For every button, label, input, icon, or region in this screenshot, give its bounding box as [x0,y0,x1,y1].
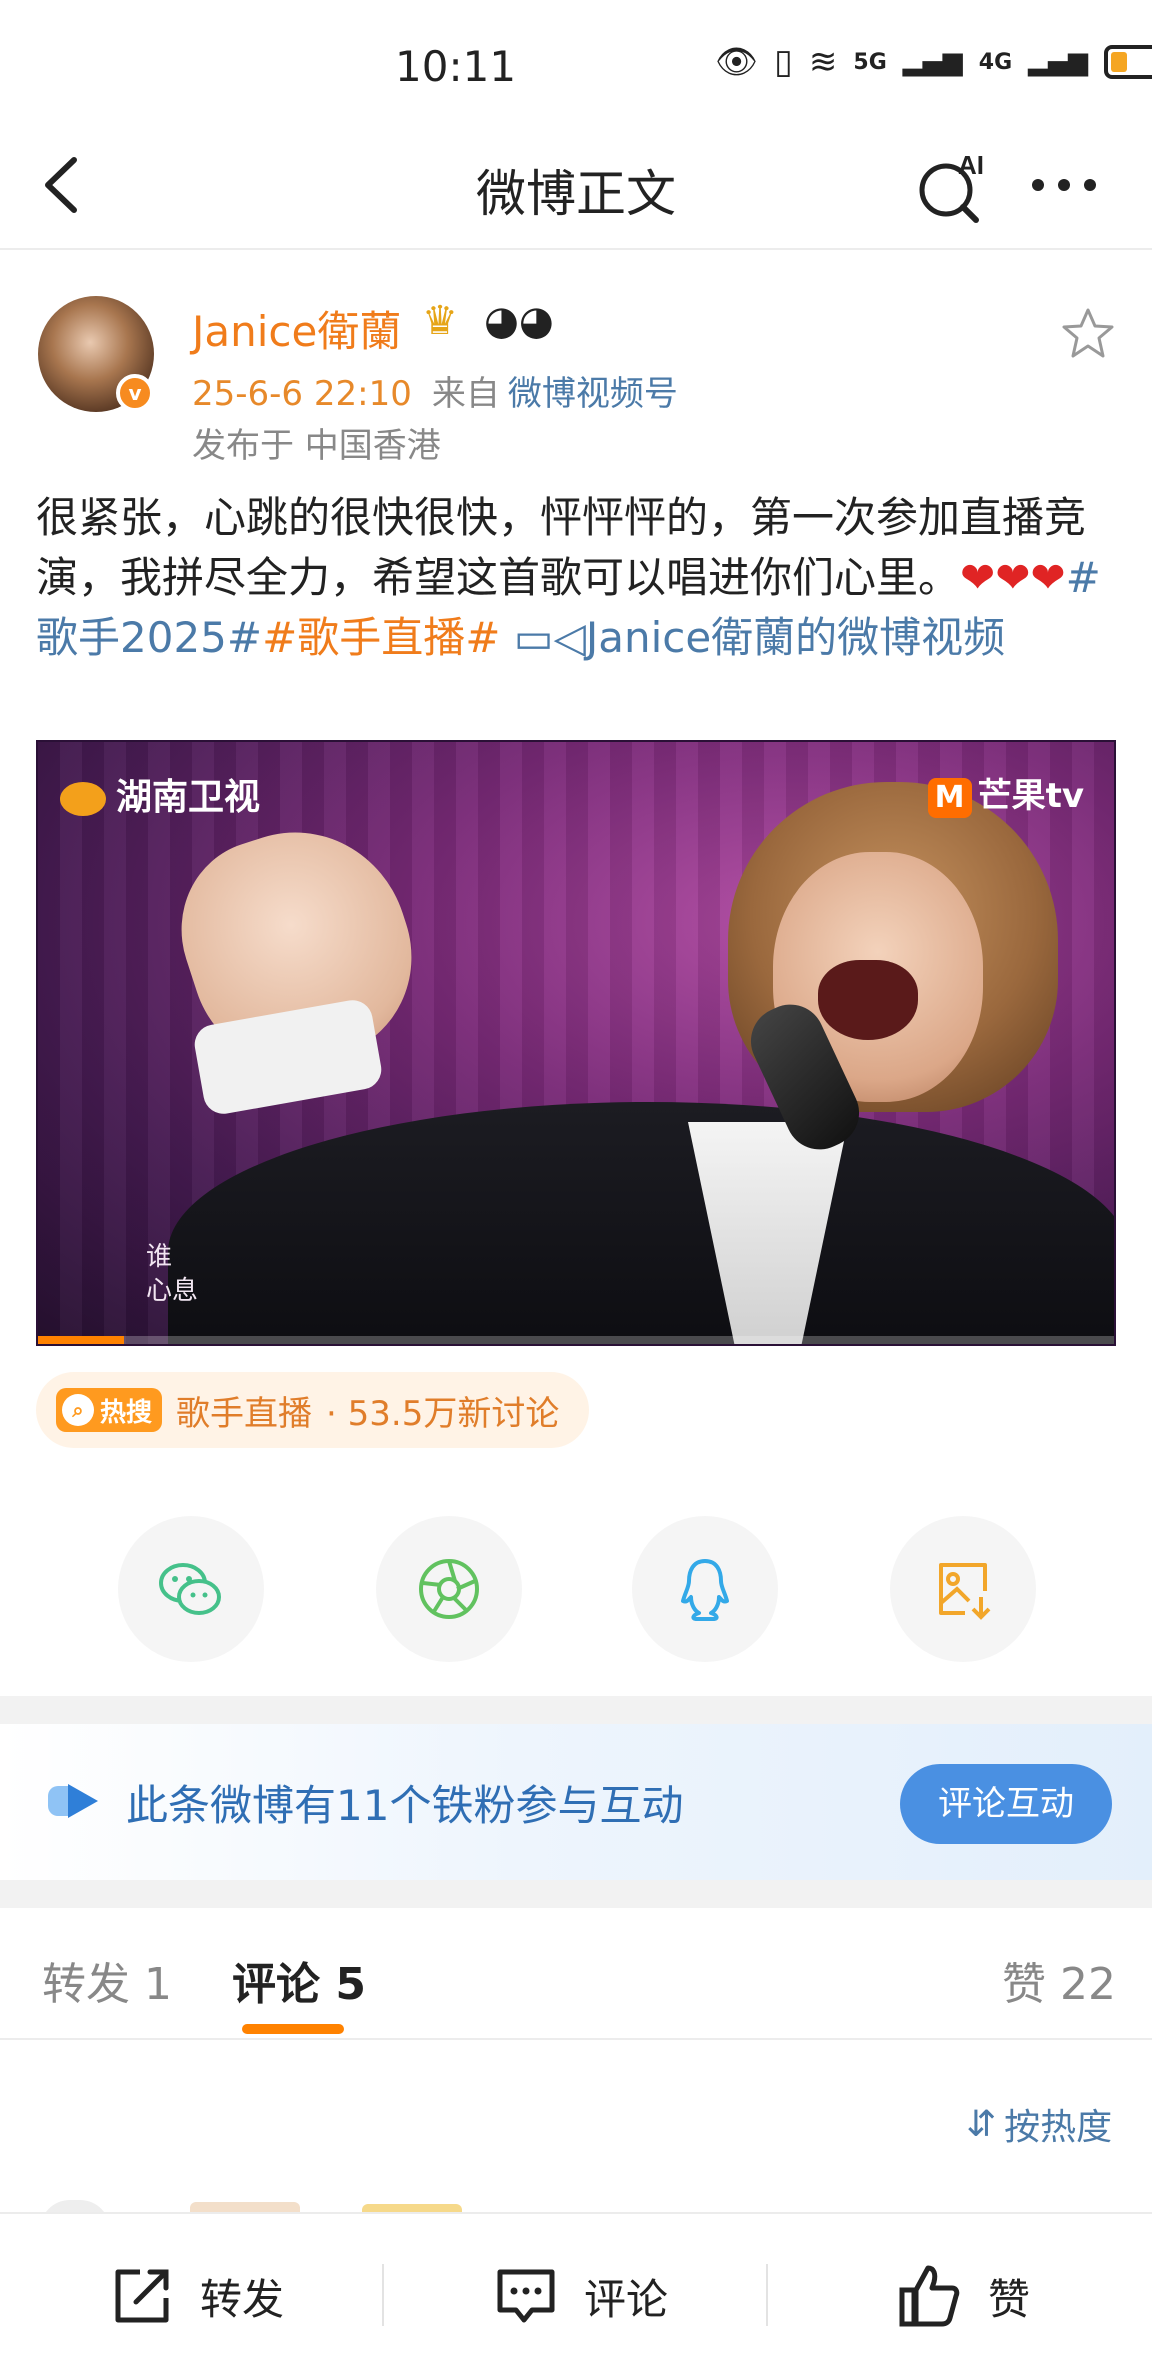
repost-button[interactable]: 转发 [106,2214,284,2376]
eye-icon: 👁 [715,42,759,82]
more-icon[interactable] [1032,170,1102,200]
post-meta: 25-6-6 22:10 来自 微博视频号 [192,366,678,415]
from-prefix: 来自 [431,374,500,414]
repost-icon [115,2269,169,2323]
comment-icon [497,2269,555,2323]
save-image-icon [939,1563,991,1620]
wechat-icon [159,1563,221,1615]
sort-icon: ⇵ [966,2103,997,2145]
video-player[interactable]: 湖南卫视 M 芒果tv 谁 心息 [36,740,1116,1346]
hot-search-topic: 歌手直播 [176,1393,313,1434]
author-avatar[interactable]: v [38,296,154,412]
verified-icon: v [116,374,154,412]
hunan-tv-logo: 湖南卫视 [60,768,260,820]
video-frame-mouth [818,960,918,1040]
like-label: 赞 [988,2274,1031,2324]
tab-repost[interactable]: 转发 1 [42,1948,172,2012]
comment-label: 评论 [584,2274,669,2324]
save-image-button[interactable] [890,1516,1036,1662]
video-lyric: 谁 心息 [146,1242,199,1306]
heart-icon: ❤ [995,553,1031,602]
video-progress-fill [38,1336,125,1344]
bottom-divider [766,2264,768,2326]
fan-badge-icon [48,1784,98,1818]
status-time: 10:11 [395,42,517,91]
post-text: 很紧张，心跳的很快很快，怦怦怦的，第一次参加直播竞演，我拼尽全力，希望这首歌可以… [36,488,1126,668]
share-wechat-button[interactable] [118,1516,264,1662]
hot-search-badge: ⌕ 热搜 [56,1388,163,1432]
post-source-link[interactable]: 微博视频号 [508,374,678,414]
tab-active-indicator [242,2024,344,2034]
comment-button[interactable]: 评论 [490,2214,668,2376]
network-5g-label: 5G [853,49,887,75]
status-bar: 10:11 👁 ▯ ≋ 5G ▂▄▆ 4G ▂▄▆ [0,0,1152,130]
share-row [0,1516,1152,1666]
crown-icon[interactable]: ♛ [422,298,458,344]
repost-label: 转发 [200,2274,285,2324]
sort-button[interactable]: ⇵ 按热度 [966,2098,1112,2150]
section-divider [0,1880,1152,1908]
favorite-star-icon[interactable] [1060,306,1116,362]
signal-icon-2: ▂▄▆ [1028,47,1089,77]
vibrate-icon: ▯ [774,42,793,82]
bottom-divider [382,2264,384,2326]
comment-interact-button[interactable]: 评论互动 [900,1764,1112,1844]
share-moments-button[interactable] [376,1516,522,1662]
signal-icon: ▂▄▆ [902,47,963,77]
video-progress-track[interactable] [38,1336,1114,1344]
hot-search-count: · 53.5万新讨论 [326,1393,560,1434]
hot-search-pill[interactable]: ⌕ 热搜 歌手直播 · 53.5万新讨论 [36,1372,590,1448]
hot-search-badge-label: 热搜 [100,1397,153,1428]
status-icons: 👁 ▯ ≋ 5G ▂▄▆ 4G ▂▄▆ [715,42,1152,82]
video-camera-icon: ▭◁ [513,613,586,662]
tab-like[interactable]: 赞 22 [1002,1948,1116,2012]
nav-bar: 微博正文 AI [0,130,1152,250]
sort-label: 按热度 [1004,2107,1113,2148]
mango-tv-logo: M 芒果tv [927,768,1084,818]
tab-comment[interactable]: 评论 5 [232,1948,366,2012]
share-qq-button[interactable] [632,1516,778,1662]
video-link[interactable]: Janice衛蘭的微博视频 [586,613,1005,662]
post-tabs: 转发 1 评论 5 赞 22 [0,1908,1152,2040]
like-button[interactable]: 赞 [894,2214,1030,2376]
like-thumb-icon [899,2265,960,2327]
heart-icon: ❤ [1030,553,1066,602]
post-text-main: 很紧张，心跳的很快很快，怦怦怦的，第一次参加直播竞演，我拼尽全力，希望这首歌可以… [36,493,1087,602]
panda-icon[interactable]: ◕◕ [484,298,554,344]
heart-icon: ❤ [960,553,996,602]
ai-search-icon[interactable]: AI [912,148,992,228]
ai-label: AI [958,150,984,180]
moments-icon [419,1559,479,1619]
fan-interaction-banner[interactable]: 此条微博有11个铁粉参与互动 评论互动 [0,1724,1152,1880]
hashtag-link-hot[interactable]: #歌手直播# [262,613,500,662]
bottom-action-bar: 转发 评论 赞 [0,2212,1152,2376]
wifi-icon: ≋ [808,42,838,82]
post-location: 发布于 中国香港 [192,426,441,466]
battery-icon [1104,45,1152,79]
search-icon: ⌕ [62,1394,94,1426]
section-divider [0,1696,1152,1724]
author-name[interactable]: Janice衛蘭 [192,298,401,359]
post-timestamp: 25-6-6 22:10 [192,374,412,414]
network-4g-label: 4G [978,49,1013,75]
qq-icon [681,1559,729,1621]
fan-banner-text: 此条微博有11个铁粉参与互动 [126,1781,684,1830]
